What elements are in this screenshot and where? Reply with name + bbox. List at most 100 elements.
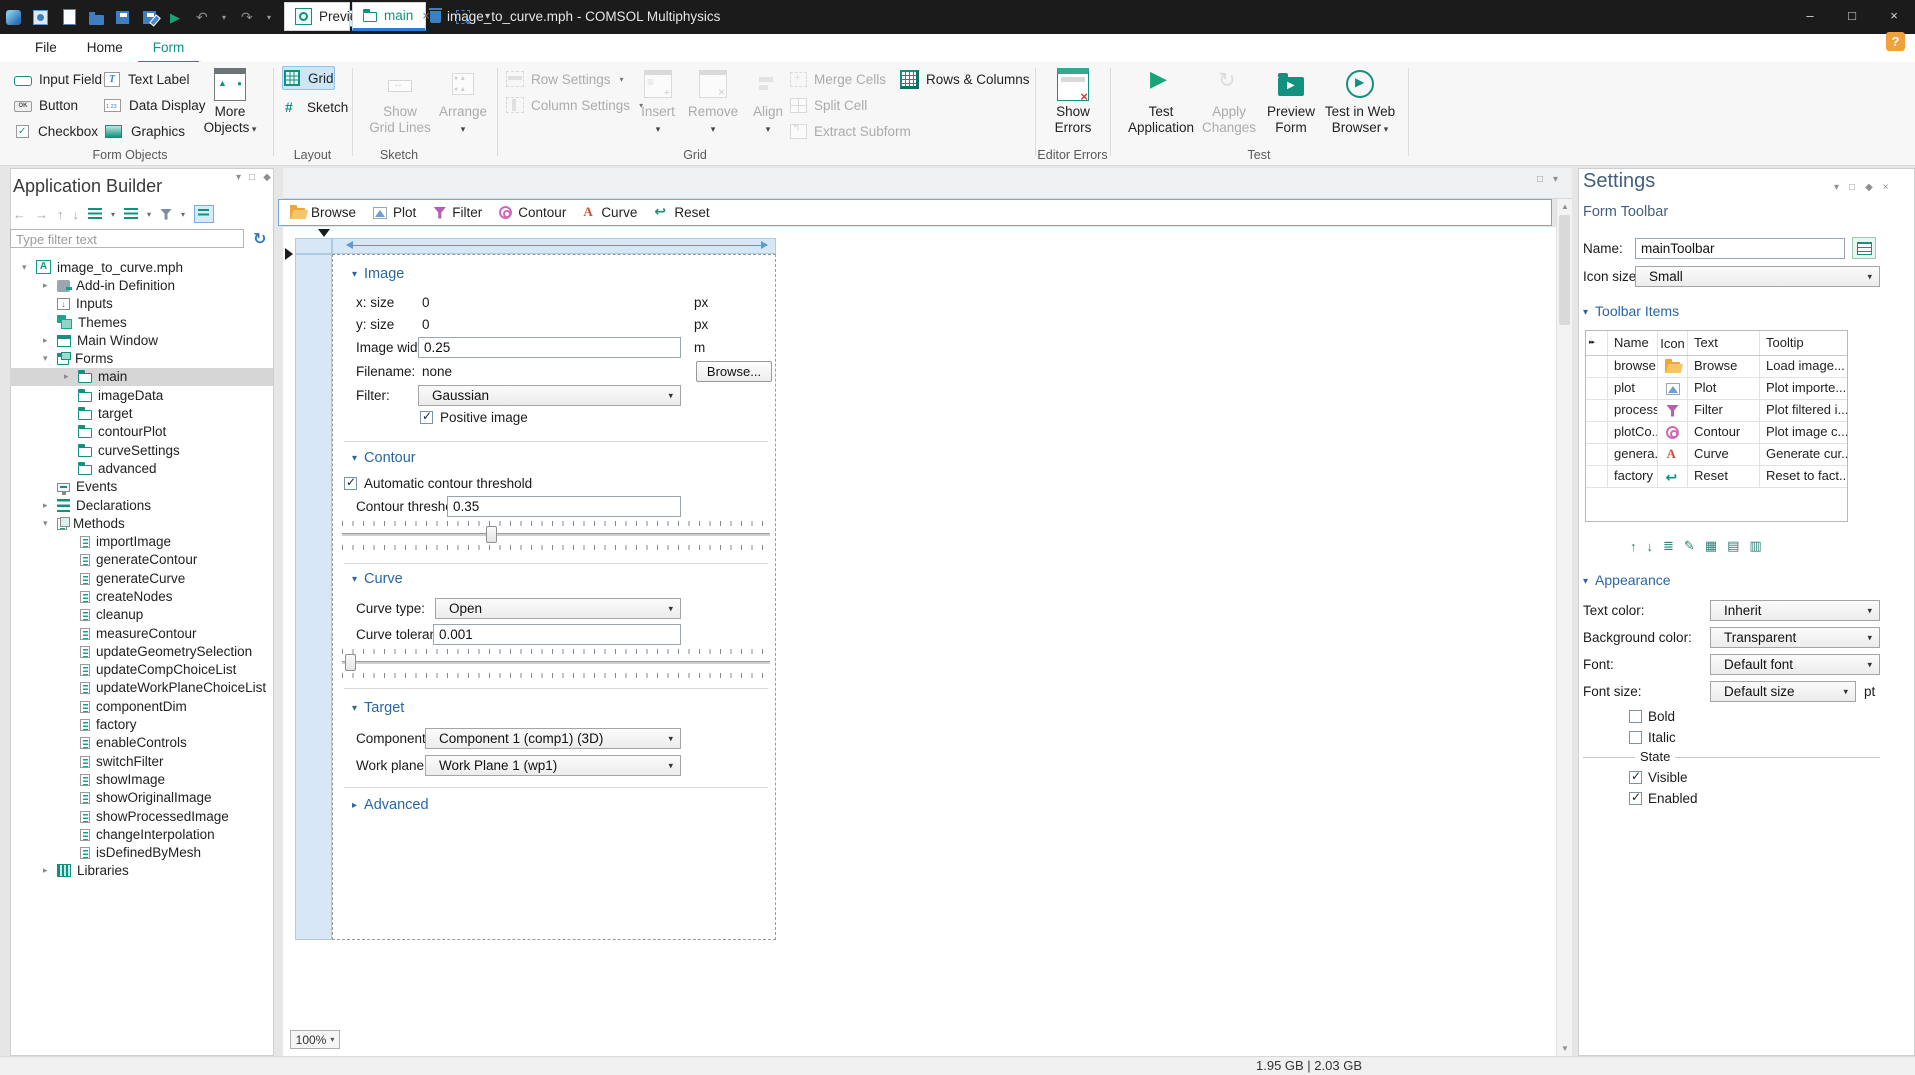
arrange-button[interactable]: Arrange — [432, 64, 494, 137]
add-item-icon[interactable]: ≣ — [1663, 538, 1674, 554]
contour-threshold-slider-handle[interactable] — [486, 526, 497, 543]
undo-menu-caret-icon[interactable] — [222, 9, 230, 26]
tree-item[interactable]: ▸ Add-in Definition — [10, 276, 273, 294]
filter-tree-icon[interactable] — [160, 208, 173, 220]
settings-float-icon[interactable]: □ — [1849, 182, 1855, 193]
editor-vertical-scrollbar[interactable]: ▲ ▼ — [1556, 199, 1572, 1056]
section-advanced[interactable]: Advanced — [352, 797, 429, 813]
tree-item[interactable]: curveSettings — [10, 441, 273, 459]
application-icon[interactable] — [33, 9, 48, 25]
item-tooltip-cell[interactable]: Plot filtered i... — [1760, 400, 1847, 421]
section-contour[interactable]: Contour — [352, 450, 416, 466]
merge-cells-button[interactable]: Merge Cells — [790, 68, 886, 90]
tree-item[interactable]: Themes — [10, 313, 273, 331]
form-toolbar-browse-button[interactable]: Browse — [290, 205, 356, 220]
grid-corner-cell[interactable] — [295, 238, 332, 254]
minimize-button[interactable]: – — [1789, 0, 1831, 34]
tree-item[interactable]: contourPlot — [10, 423, 273, 441]
tree-item[interactable]: ▾ image_to_curve.mph — [10, 258, 273, 276]
move-item-down-icon[interactable]: ↓ — [1647, 539, 1654, 554]
item-tooltip-cell[interactable]: Load image... — [1760, 356, 1847, 377]
name-input[interactable]: mainToolbar — [1635, 238, 1845, 259]
tab-main[interactable]: main × — [352, 2, 430, 31]
form-toolbar-plot-button[interactable]: Plot — [373, 205, 416, 220]
item-icon-cell[interactable] — [1658, 400, 1688, 421]
tree-item[interactable]: ▸ Declarations — [10, 496, 273, 514]
test-in-web-browser-button[interactable]: Test in Web Browser — [1322, 64, 1398, 137]
forward-icon[interactable]: → — [35, 207, 48, 222]
collapse-menu-caret-icon[interactable]: ▾ — [111, 210, 115, 219]
edit-item-icon[interactable]: ✎ — [1684, 538, 1695, 554]
show-grid-lines-button[interactable]: Show Grid Lines — [367, 64, 433, 136]
item-icon-cell[interactable] — [1658, 422, 1688, 443]
tree-item[interactable]: ▸ Libraries — [10, 862, 273, 880]
item-name-cell[interactable]: factory — [1608, 466, 1658, 487]
run-application-icon[interactable] — [168, 9, 185, 26]
tree-item[interactable]: generateCurve — [10, 569, 273, 587]
graphics-button[interactable]: Graphics — [103, 120, 185, 142]
item-tooltip-cell[interactable]: Plot image c... — [1760, 422, 1847, 443]
item-text-cell[interactable]: Contour — [1688, 422, 1760, 443]
insert-separator-icon[interactable]: ▤ — [1727, 538, 1739, 554]
tree-expander-icon[interactable]: ▸ — [43, 280, 57, 291]
tree-expander-icon[interactable]: ▾ — [43, 353, 57, 364]
item-name-cell[interactable]: plot — [1608, 378, 1658, 399]
tree-item[interactable]: updateCompChoiceList — [10, 661, 273, 679]
curve-tolerance-input[interactable]: 0.001 — [433, 624, 681, 645]
tree-item[interactable]: importImage — [10, 532, 273, 550]
tree-item[interactable]: isDefinedByMesh — [10, 844, 273, 862]
move-node-up-icon[interactable]: ↑ — [57, 207, 64, 222]
close-button[interactable]: × — [1873, 0, 1915, 34]
panel-pin-icon[interactable]: ◆ — [263, 172, 271, 183]
tree-item[interactable]: advanced — [10, 459, 273, 477]
zoom-level-dropdown[interactable]: 100% — [290, 1030, 340, 1049]
item-name-cell[interactable]: plotCo... — [1608, 422, 1658, 443]
grid-mode-button[interactable]: Grid — [282, 66, 335, 90]
item-name-cell[interactable]: browse — [1608, 356, 1658, 377]
show-in-model-builder-icon[interactable] — [194, 205, 215, 223]
data-display-button[interactable]: Data Display — [103, 94, 206, 116]
extract-subform-button[interactable]: Extract Subform — [790, 120, 911, 142]
tree-item[interactable]: componentDim — [10, 697, 273, 715]
form-toolbar-reset-button[interactable]: Reset — [654, 203, 709, 220]
tree-item[interactable]: ▾ Forms — [10, 349, 273, 367]
tree-item[interactable]: showOriginalImage — [10, 789, 273, 807]
tree-item[interactable]: createNodes — [10, 587, 273, 605]
text-label-button[interactable]: Text Label — [103, 68, 190, 90]
item-icon-cell[interactable] — [1658, 378, 1688, 399]
tree-item[interactable]: imageData — [10, 386, 273, 404]
expand-menu-caret-icon[interactable]: ▾ — [147, 210, 151, 219]
tab-form[interactable]: Form — [137, 34, 200, 64]
tree-item[interactable]: updateWorkPlaneChoiceList — [10, 679, 273, 697]
form-toolbar-filter-button[interactable]: Filter — [433, 205, 482, 220]
checkbox-object-button[interactable]: Checkbox — [14, 120, 98, 142]
tree-expander-icon[interactable]: ▸ — [43, 335, 57, 346]
tree-expander-icon[interactable]: ▸ — [43, 865, 57, 876]
bold-checkbox[interactable] — [1629, 710, 1642, 723]
row-marker-icon[interactable] — [285, 248, 293, 260]
tree-item[interactable]: showImage — [10, 770, 273, 788]
form-toolbar-contour-button[interactable]: Contour — [499, 205, 566, 220]
panel-menu-icon[interactable]: ▾ — [236, 172, 241, 183]
input-field-button[interactable]: Input Field — [14, 68, 102, 90]
enabled-checkbox[interactable] — [1629, 790, 1642, 805]
grid-row-header[interactable] — [295, 254, 332, 940]
undo-icon[interactable] — [195, 9, 212, 26]
tree-item[interactable]: changeInterpolation — [10, 825, 273, 843]
settings-close-icon[interactable]: × — [1883, 182, 1889, 193]
scroll-up-icon[interactable]: ▲ — [1561, 202, 1569, 211]
background-color-dropdown[interactable]: Transparent — [1710, 627, 1880, 648]
section-toolbar-items[interactable]: Toolbar Items — [1583, 303, 1679, 319]
font-size-dropdown[interactable]: Default size — [1710, 681, 1856, 702]
tree-item[interactable]: showProcessedImage — [10, 807, 273, 825]
apply-changes-button[interactable]: Apply Changes — [1198, 64, 1260, 136]
scrollbar-thumb[interactable] — [1559, 215, 1570, 325]
icon-size-dropdown[interactable]: Small — [1635, 266, 1880, 287]
settings-pin-icon[interactable]: ◆ — [1865, 182, 1873, 193]
open-file-icon[interactable] — [89, 11, 104, 25]
contour-threshold-slider[interactable] — [342, 533, 770, 536]
curve-type-dropdown[interactable]: Open — [435, 598, 681, 619]
contour-threshold-input[interactable]: 0.35 — [447, 496, 681, 517]
toolbar-item-row[interactable]: factory Reset Reset to fact... — [1586, 466, 1847, 488]
align-button[interactable]: Align — [745, 64, 791, 137]
